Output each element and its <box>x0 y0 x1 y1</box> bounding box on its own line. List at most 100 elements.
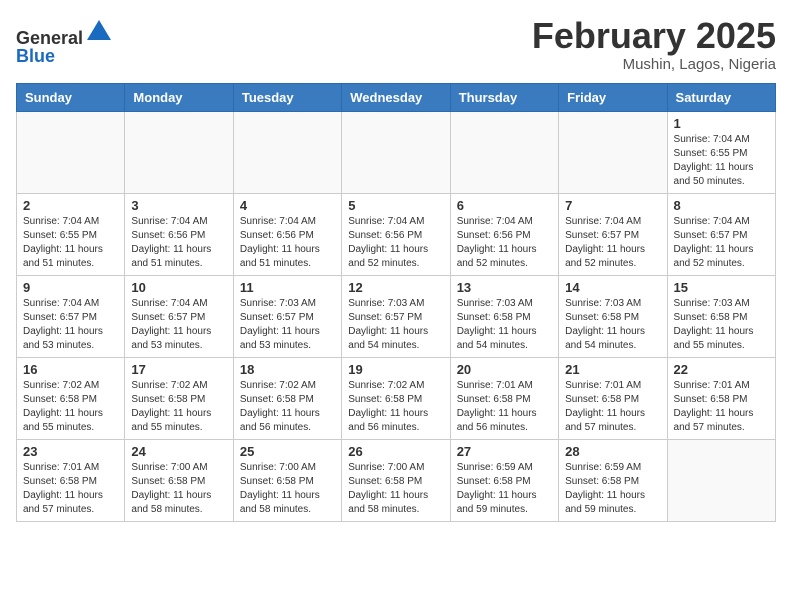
day-info: Sunrise: 7:03 AM Sunset: 6:57 PM Dayligh… <box>348 297 443 353</box>
calendar-week-row: 2Sunrise: 7:04 AM Sunset: 6:55 PM Daylig… <box>17 193 776 275</box>
location: Mushin, Lagos, Nigeria <box>532 56 776 73</box>
day-number: 21 <box>565 362 660 377</box>
calendar-cell: 7 Sunrise: 7:04 AM Sunset: 6:57 PM Daylig… <box>559 193 667 275</box>
day-number: 20 <box>457 362 552 377</box>
day-info: Sunrise: 7:01 AM Sunset: 6:58 PM Dayligh… <box>565 379 660 435</box>
day-info: Sunrise: 7:04 AM Sunset: 6:55 PM Dayligh… <box>674 133 769 189</box>
day-number: 15 <box>674 280 769 295</box>
calendar-cell: 6Sunrise: 7:04 AM Sunset: 6:56 PM Daylig… <box>450 193 558 275</box>
calendar-week-row: 1 Sunrise: 7:04 AM Sunset: 6:55 PM Daylig… <box>17 111 776 193</box>
day-info: Sunrise: 7:04 AM Sunset: 6:56 PM Dayligh… <box>240 215 335 271</box>
calendar-cell: 16 Sunrise: 7:02 AM Sunset: 6:58 PM Dayli… <box>17 357 125 439</box>
day-number: 11 <box>240 280 335 295</box>
day-info: Sunrise: 7:03 AM Sunset: 6:58 PM Dayligh… <box>565 297 660 353</box>
calendar-cell: 27 Sunrise: 6:59 AM Sunset: 6:58 PM Dayli… <box>450 439 558 521</box>
day-info: Sunrise: 7:03 AM Sunset: 6:58 PM Dayligh… <box>457 297 552 353</box>
calendar-cell: 9 Sunrise: 7:04 AM Sunset: 6:57 PM Daylig… <box>17 275 125 357</box>
weekday-header-saturday: Saturday <box>667 83 775 111</box>
day-number: 9 <box>23 280 118 295</box>
day-number: 4 <box>240 198 335 213</box>
day-number: 13 <box>457 280 552 295</box>
day-info: Sunrise: 7:02 AM Sunset: 6:58 PM Dayligh… <box>348 379 443 435</box>
calendar-cell <box>559 111 667 193</box>
day-number: 6 <box>457 198 552 213</box>
day-number: 26 <box>348 444 443 459</box>
day-number: 14 <box>565 280 660 295</box>
calendar-cell: 23 Sunrise: 7:01 AM Sunset: 6:58 PM Dayli… <box>17 439 125 521</box>
calendar-cell: 22Sunrise: 7:01 AM Sunset: 6:58 PM Dayli… <box>667 357 775 439</box>
calendar-cell: 24 Sunrise: 7:00 AM Sunset: 6:58 PM Dayli… <box>125 439 233 521</box>
day-number: 23 <box>23 444 118 459</box>
day-info: Sunrise: 7:04 AM Sunset: 6:57 PM Dayligh… <box>131 297 226 353</box>
calendar-cell: 5 Sunrise: 7:04 AM Sunset: 6:56 PM Daylig… <box>342 193 450 275</box>
day-info: Sunrise: 7:00 AM Sunset: 6:58 PM Dayligh… <box>348 461 443 517</box>
calendar-cell: 19 Sunrise: 7:02 AM Sunset: 6:58 PM Dayli… <box>342 357 450 439</box>
day-info: Sunrise: 7:04 AM Sunset: 6:57 PM Dayligh… <box>565 215 660 271</box>
day-info: Sunrise: 7:04 AM Sunset: 6:56 PM Dayligh… <box>348 215 443 271</box>
calendar-cell: 28 Sunrise: 6:59 AM Sunset: 6:58 PM Dayli… <box>559 439 667 521</box>
day-number: 27 <box>457 444 552 459</box>
logo-icon <box>85 16 113 44</box>
day-number: 10 <box>131 280 226 295</box>
day-info: Sunrise: 7:04 AM Sunset: 6:56 PM Dayligh… <box>131 215 226 271</box>
day-info: Sunrise: 7:00 AM Sunset: 6:58 PM Dayligh… <box>240 461 335 517</box>
weekday-header-wednesday: Wednesday <box>342 83 450 111</box>
day-number: 22 <box>674 362 769 377</box>
calendar-cell: 12 Sunrise: 7:03 AM Sunset: 6:57 PM Dayli… <box>342 275 450 357</box>
logo-blue: Blue <box>16 46 55 66</box>
month-title: February 2025 <box>532 16 776 56</box>
day-number: 16 <box>23 362 118 377</box>
day-number: 12 <box>348 280 443 295</box>
calendar-cell: 20 Sunrise: 7:01 AM Sunset: 6:58 PM Dayli… <box>450 357 558 439</box>
weekday-header-thursday: Thursday <box>450 83 558 111</box>
calendar-table: SundayMondayTuesdayWednesdayThursdayFrid… <box>16 83 776 522</box>
calendar-cell: 3 Sunrise: 7:04 AM Sunset: 6:56 PM Daylig… <box>125 193 233 275</box>
day-info: Sunrise: 7:00 AM Sunset: 6:58 PM Dayligh… <box>131 461 226 517</box>
day-info: Sunrise: 7:01 AM Sunset: 6:58 PM Dayligh… <box>23 461 118 517</box>
day-number: 1 <box>674 116 769 131</box>
day-number: 28 <box>565 444 660 459</box>
weekday-header-tuesday: Tuesday <box>233 83 341 111</box>
day-number: 25 <box>240 444 335 459</box>
calendar-cell: 11Sunrise: 7:03 AM Sunset: 6:57 PM Dayli… <box>233 275 341 357</box>
day-number: 3 <box>131 198 226 213</box>
day-number: 24 <box>131 444 226 459</box>
page-header: General Blue February 2025 Mushin, Lagos… <box>16 16 776 73</box>
day-number: 19 <box>348 362 443 377</box>
day-info: Sunrise: 7:02 AM Sunset: 6:58 PM Dayligh… <box>23 379 118 435</box>
title-block: February 2025 Mushin, Lagos, Nigeria <box>532 16 776 73</box>
day-number: 2 <box>23 198 118 213</box>
day-info: Sunrise: 6:59 AM Sunset: 6:58 PM Dayligh… <box>565 461 660 517</box>
day-info: Sunrise: 7:04 AM Sunset: 6:57 PM Dayligh… <box>23 297 118 353</box>
day-number: 7 <box>565 198 660 213</box>
weekday-header-monday: Monday <box>125 83 233 111</box>
day-number: 8 <box>674 198 769 213</box>
day-info: Sunrise: 7:04 AM Sunset: 6:57 PM Dayligh… <box>674 215 769 271</box>
day-number: 5 <box>348 198 443 213</box>
calendar-cell <box>233 111 341 193</box>
day-info: Sunrise: 7:01 AM Sunset: 6:58 PM Dayligh… <box>457 379 552 435</box>
calendar-cell: 2Sunrise: 7:04 AM Sunset: 6:55 PM Daylig… <box>17 193 125 275</box>
day-info: Sunrise: 6:59 AM Sunset: 6:58 PM Dayligh… <box>457 461 552 517</box>
calendar-cell: 13 Sunrise: 7:03 AM Sunset: 6:58 PM Dayli… <box>450 275 558 357</box>
calendar-header-row: SundayMondayTuesdayWednesdayThursdayFrid… <box>17 83 776 111</box>
calendar-cell: 21 Sunrise: 7:01 AM Sunset: 6:58 PM Dayli… <box>559 357 667 439</box>
calendar-cell <box>17 111 125 193</box>
calendar-cell: 14 Sunrise: 7:03 AM Sunset: 6:58 PM Dayli… <box>559 275 667 357</box>
day-number: 18 <box>240 362 335 377</box>
weekday-header-friday: Friday <box>559 83 667 111</box>
calendar-cell <box>125 111 233 193</box>
calendar-cell: 1 Sunrise: 7:04 AM Sunset: 6:55 PM Daylig… <box>667 111 775 193</box>
calendar-cell: 17 Sunrise: 7:02 AM Sunset: 6:58 PM Dayli… <box>125 357 233 439</box>
calendar-cell <box>450 111 558 193</box>
calendar-cell <box>667 439 775 521</box>
calendar-cell: 8 Sunrise: 7:04 AM Sunset: 6:57 PM Daylig… <box>667 193 775 275</box>
calendar-cell: 10 Sunrise: 7:04 AM Sunset: 6:57 PM Dayli… <box>125 275 233 357</box>
calendar-cell: 18Sunrise: 7:02 AM Sunset: 6:58 PM Dayli… <box>233 357 341 439</box>
calendar-cell <box>342 111 450 193</box>
day-info: Sunrise: 7:02 AM Sunset: 6:58 PM Dayligh… <box>131 379 226 435</box>
calendar-cell: 4 Sunrise: 7:04 AM Sunset: 6:56 PM Daylig… <box>233 193 341 275</box>
weekday-header-sunday: Sunday <box>17 83 125 111</box>
day-info: Sunrise: 7:03 AM Sunset: 6:58 PM Dayligh… <box>674 297 769 353</box>
day-number: 17 <box>131 362 226 377</box>
